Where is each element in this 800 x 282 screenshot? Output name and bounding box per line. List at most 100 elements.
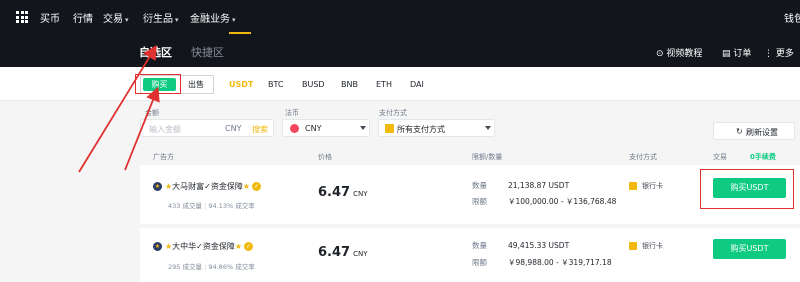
- order-count: 433 成交量: [168, 202, 202, 210]
- verified-badge-icon: ✓: [244, 242, 254, 251]
- more-label: 更多: [775, 49, 794, 59]
- refresh-settings-label: 刷新设置: [746, 128, 778, 137]
- coin-filter-bar: 购买 出售 USDT BTC BUSD BNB ETH DAI: [0, 67, 800, 101]
- search-button[interactable]: 搜索: [252, 124, 268, 135]
- amount-currency: CNY: [225, 124, 242, 133]
- coin-tab-usdt[interactable]: USDT: [229, 80, 253, 89]
- active-coin-underline: [229, 32, 251, 34]
- orders-link[interactable]: ▤ 订单: [722, 46, 751, 59]
- col-limit-amount: 限额/数量: [472, 153, 503, 161]
- limit-value: ￥100,000.00 - ￥136,768.48: [508, 197, 617, 206]
- amount-input[interactable]: 输入金额 CNY 搜索: [140, 119, 274, 137]
- coin-tab-bnb[interactable]: BNB: [341, 80, 358, 89]
- nav-derivatives[interactable]: 衍生品 ▾: [143, 10, 179, 25]
- avatar: ★: [153, 242, 162, 251]
- price-value: 6.47: [318, 185, 351, 200]
- nav-markets[interactable]: 行情: [73, 10, 93, 25]
- advertiser-label: 大中华✓资金保障: [172, 242, 235, 251]
- available-amount: 数量 21,138.87 USDT: [472, 180, 569, 191]
- order-limit: 限额 ￥100,000.00 - ￥136,768.48: [472, 196, 616, 207]
- chevron-down-icon: ▾: [125, 16, 129, 24]
- col-trade: 交易: [713, 153, 727, 161]
- col-payment: 支付方式: [629, 153, 657, 161]
- order-limit: 限额 ￥98,988.00 - ￥319,717.18: [472, 257, 612, 268]
- payment-method-icon: [385, 124, 394, 133]
- video-tutorial-link[interactable]: ⊙ 视频教程: [656, 46, 702, 59]
- price-currency: CNY: [353, 250, 368, 258]
- more-menu[interactable]: ⋮ 更多: [764, 46, 794, 59]
- limit-value: ￥98,988.00 - ￥319,717.18: [508, 258, 612, 267]
- refresh-settings-button[interactable]: ↻ 刷新设置: [713, 122, 795, 140]
- nav-derivatives-label: 衍生品: [143, 14, 173, 25]
- advertiser-name[interactable]: ★ ★大马财富✓资金保障★ ✓: [153, 181, 262, 192]
- order-count: 295 成交量: [168, 263, 202, 271]
- caret-down-icon: [485, 126, 491, 130]
- chevron-down-icon: ▾: [232, 16, 236, 24]
- nav-trade[interactable]: 交易 ▾: [103, 10, 129, 25]
- coin-tab-btc[interactable]: BTC: [268, 80, 284, 89]
- payment-label: 支付方式: [379, 109, 407, 117]
- annotation-box-buy: [135, 74, 181, 94]
- star-icon: ★: [234, 242, 243, 251]
- chevron-down-icon: ▾: [175, 16, 179, 24]
- nav-wallet[interactable]: 钱包: [784, 10, 800, 25]
- verified-badge-icon: ✓: [252, 182, 262, 191]
- advertiser-label: 大马财富✓资金保障: [172, 182, 243, 191]
- table-header: [0, 145, 800, 165]
- sub-header: 自选区 快捷区 ⊙ 视频教程 ▤ 订单 ⋮ 更多: [0, 34, 800, 67]
- avatar: ★: [153, 182, 162, 191]
- available-amount: 数量 49,415.33 USDT: [472, 240, 569, 251]
- completion-rate: 94.86% 成交率: [208, 263, 255, 271]
- tab-express[interactable]: 快捷区: [191, 44, 224, 60]
- payment-method: 银行卡: [629, 181, 663, 191]
- sell-toggle-button[interactable]: 出售: [181, 78, 211, 91]
- advertiser-stats: 433 成交量 | 94.13% 成交率: [168, 200, 255, 210]
- document-icon: ▤: [722, 49, 734, 59]
- price: 6.47 CNY: [318, 241, 367, 260]
- table-row: [140, 228, 800, 282]
- payment-method: 银行卡: [629, 241, 663, 251]
- col-price: 价格: [318, 153, 332, 161]
- payment-select[interactable]: 所有支付方式: [378, 119, 495, 137]
- cny-flag-icon: [290, 124, 299, 133]
- buy-usdt-button[interactable]: 购买USDT: [713, 239, 786, 259]
- price-currency: CNY: [353, 190, 368, 198]
- caret-down-icon: [360, 126, 366, 130]
- bank-card-icon: [629, 242, 637, 250]
- divider: |: [204, 263, 207, 271]
- col-advertiser: 广告方: [153, 153, 174, 161]
- quantity-value: 49,415.33 USDT: [508, 241, 570, 250]
- price-value: 6.47: [318, 245, 351, 260]
- payment-method-label: 银行卡: [642, 242, 663, 250]
- video-tutorial-label: 视频教程: [666, 49, 703, 59]
- tab-favorites[interactable]: 自选区: [139, 44, 172, 60]
- fiat-value: CNY: [305, 124, 322, 133]
- price: 6.47 CNY: [318, 181, 367, 200]
- payment-method-label: 银行卡: [642, 182, 663, 190]
- more-dots-icon: ⋮: [764, 49, 776, 59]
- completion-rate: 94.13% 成交率: [208, 202, 255, 210]
- divider: |: [204, 202, 207, 210]
- coin-tab-busd[interactable]: BUSD: [302, 80, 325, 89]
- star-icon: ★: [242, 182, 251, 191]
- play-circle-icon: ⊙: [656, 49, 667, 59]
- limit-label: 限额: [472, 197, 487, 206]
- nav-finance[interactable]: 金融业务 ▾: [190, 10, 236, 25]
- payment-value: 所有支付方式: [397, 125, 445, 134]
- quantity-value: 21,138.87 USDT: [508, 181, 570, 190]
- fiat-label: 法币: [285, 109, 299, 117]
- nav-buy-crypto[interactable]: 买币: [40, 10, 60, 25]
- coin-tab-dai[interactable]: DAI: [410, 80, 424, 89]
- quantity-label: 数量: [472, 181, 487, 190]
- apps-grid-icon[interactable]: [16, 11, 28, 23]
- nav-finance-label: 金融业务: [190, 14, 230, 25]
- coin-tab-eth[interactable]: ETH: [376, 80, 392, 89]
- fiat-select[interactable]: CNY: [282, 119, 370, 137]
- amount-label: 金额: [145, 109, 159, 117]
- advertiser-name[interactable]: ★ ★大中华✓资金保障★ ✓: [153, 241, 254, 252]
- limit-label: 限额: [472, 258, 487, 267]
- advertiser-stats: 295 成交量 | 94.86% 成交率: [168, 261, 255, 271]
- top-nav: 买币 行情 交易 ▾ 衍生品 ▾ 金融业务 ▾ 钱包: [0, 0, 800, 34]
- orders-label: 订单: [733, 49, 752, 59]
- zero-fee-badge: 0手续费: [750, 153, 776, 161]
